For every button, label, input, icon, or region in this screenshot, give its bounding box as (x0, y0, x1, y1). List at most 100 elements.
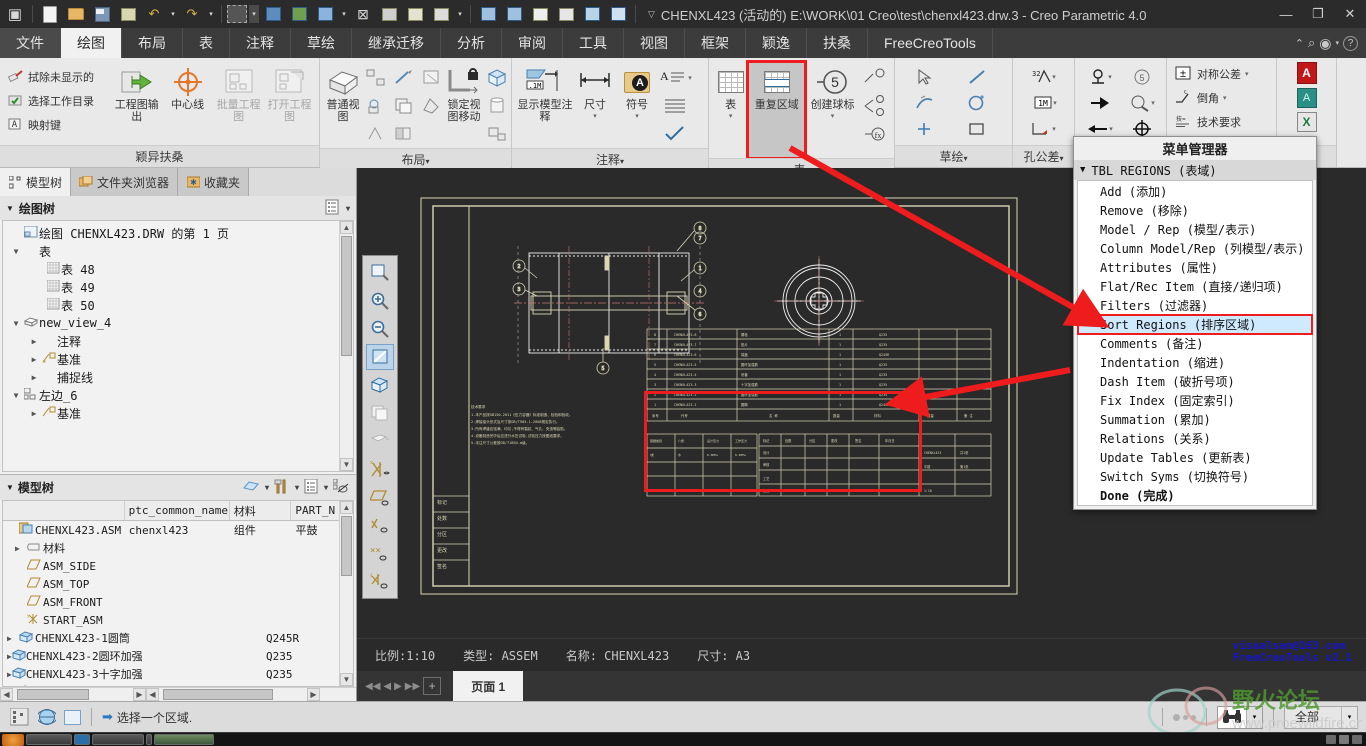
model-display-icon[interactable] (242, 479, 260, 496)
nav-tab-folder-browser[interactable]: 文件夹浏览器 (71, 168, 179, 196)
model-tree-row-material[interactable]: ▶ 材料 (3, 539, 353, 557)
model-tree-caret-icon[interactable]: ▼ (6, 483, 14, 492)
tools-caret-icon[interactable]: ▾ (295, 483, 299, 492)
show-model-annotations-button[interactable]: .1M 显示模型注释 (516, 62, 574, 123)
tab-sketch[interactable]: 草绘 (291, 28, 352, 58)
select-working-directory-button[interactable]: 选择工作目录 (4, 89, 111, 113)
tree-columns-icon[interactable] (304, 478, 319, 497)
menu-item-relations[interactable]: Relations (关系) (1078, 429, 1312, 448)
select-arrow-icon[interactable] (899, 64, 951, 90)
close-button[interactable]: ✕ (1334, 0, 1366, 28)
drawing-tree-scrollbar[interactable]: ▲ ▼ (339, 221, 353, 471)
refresh-icon[interactable] (580, 3, 604, 25)
csys-display-icon[interactable]: x (366, 456, 394, 482)
menu-item-update-tables[interactable]: Update Tables (更新表) (1078, 448, 1312, 467)
datum-icon[interactable]: ▾ (1079, 64, 1121, 90)
create-balloon-caret-icon[interactable]: ▾ (831, 111, 835, 123)
erase-not-displayed-button[interactable]: 拭除未显示的 (4, 65, 111, 89)
circle-icon[interactable] (951, 90, 1003, 116)
drawing-export-button[interactable]: 工程图输出 (111, 62, 162, 123)
model-tree-row-asm-front[interactable]: ASM_FRONT (3, 593, 353, 611)
menu-manager-section-header[interactable]: ▼ TBL REGIONS (表域) (1074, 160, 1316, 180)
export-dwg-icon[interactable]: A (1296, 88, 1317, 108)
account-caret-icon[interactable]: ▾ (1335, 39, 1339, 47)
nav-tab-model-tree[interactable]: 模型树 (0, 168, 72, 196)
open-drawing-button[interactable]: 打开工程图 (264, 62, 315, 123)
tree-filters-icon[interactable] (332, 478, 350, 497)
drawing-tree[interactable]: 绘图 CHENXL423.DRW 的第 1 页 ▼ 表 表 48 表 49 表 … (2, 220, 354, 472)
tab-analysis[interactable]: 分析 (441, 28, 502, 58)
menu-manager-item-list[interactable]: Add (添加) Remove (移除) Model / Rep (模型/表示)… (1077, 180, 1313, 506)
menu-manager-panel[interactable]: 菜单管理器 ▼ TBL REGIONS (表域) Add (添加) Remove… (1073, 136, 1317, 510)
model-tree-row-asm-side[interactable]: ASM_SIDE (3, 557, 353, 575)
half-view-icon[interactable] (390, 120, 418, 148)
menu-item-dash-item[interactable]: Dash Item (破折号项) (1078, 372, 1312, 391)
chamfer-caret-icon[interactable]: ▾ (1223, 94, 1227, 102)
undo-caret-icon[interactable]: ▾ (168, 3, 178, 25)
tree-caret-new-view-4[interactable]: ▼ (9, 319, 23, 328)
first-sheet-button[interactable]: ◀◀ (365, 681, 380, 692)
collapse-ribbon-icon[interactable]: ⌃ (1295, 37, 1304, 50)
projection-view-icon[interactable] (362, 64, 390, 92)
cylinder-view-icon[interactable] (482, 92, 512, 120)
tab-view[interactable]: 视图 (624, 28, 685, 58)
check-note-icon[interactable] (658, 120, 692, 148)
tree-caret-datum-1[interactable]: ▶ (27, 355, 41, 364)
export-icon[interactable] (528, 3, 552, 25)
dimension-caret-icon[interactable]: ▾ (593, 111, 597, 123)
tab-drawing[interactable]: 绘图 (61, 28, 122, 58)
tab-annotate[interactable]: 注释 (230, 28, 291, 58)
settings-icon[interactable] (606, 3, 630, 25)
symbol-caret-icon[interactable]: ▾ (635, 111, 639, 123)
tree-settings-caret-icon[interactable]: ▾ (346, 204, 350, 213)
centerline-button[interactable]: 中心线 (162, 62, 213, 111)
tray-icon-1[interactable] (1326, 735, 1336, 744)
display-style-icon[interactable] (287, 3, 311, 25)
model-display-caret-icon[interactable]: ▾ (265, 483, 269, 492)
taskbar-item-1[interactable] (26, 734, 72, 745)
tree-filter-icon[interactable] (324, 199, 340, 218)
detail-view-icon[interactable] (390, 64, 418, 92)
window-caret-icon[interactable]: ▾ (339, 3, 349, 25)
hscroll-left-button-1[interactable]: ◀ (0, 688, 13, 701)
measure-icon[interactable] (403, 3, 427, 25)
tab-fusang[interactable]: 扶桑 (807, 28, 868, 58)
taskbar-item-2[interactable] (74, 734, 90, 745)
balloon-fx-icon[interactable]: fx (860, 120, 890, 148)
hscroll-right-button-1[interactable]: ▶ (133, 688, 146, 701)
tab-freecreotools[interactable]: FreeCreoTools (868, 28, 993, 58)
spline-icon[interactable] (899, 90, 951, 116)
next-sheet-button[interactable]: ▶ (394, 681, 402, 692)
taskbar-item-4[interactable] (146, 734, 152, 745)
drawing-tree-caret-icon[interactable]: ▼ (6, 204, 14, 213)
model-tree-scroll-up-button[interactable]: ▲ (340, 501, 353, 514)
menu-item-switch-syms[interactable]: Switch Syms (切换符号) (1078, 467, 1312, 486)
menu-item-remove[interactable]: Remove (移除) (1078, 201, 1312, 220)
menu-item-model-rep[interactable]: Model / Rep (模型/表示) (1078, 220, 1312, 239)
selection-filter-dropdown[interactable]: 全部 ▾ (1283, 705, 1358, 729)
start-button[interactable] (2, 733, 24, 746)
model-tree-row-start-asm[interactable]: y START_ASM (3, 611, 353, 629)
model-tree-row-part-4[interactable]: ▶ CHENXL423-4吊套 Q235 (3, 683, 353, 686)
tab-inherit-migrate[interactable]: 继承迁移 (352, 28, 441, 58)
hscroll-left-button-2[interactable]: ◀ (146, 688, 159, 701)
left-panel-horizontal-scrollbars[interactable]: ◀ ▶ ◀ ▶ (0, 687, 356, 701)
menu-item-sort-regions[interactable]: Sort Regions (排序区域) (1077, 314, 1313, 335)
note-icon[interactable]: A ▾ (658, 64, 692, 92)
pen-icon[interactable] (554, 3, 578, 25)
arrow-flag-icon[interactable] (1079, 90, 1121, 116)
menu-item-add[interactable]: Add (添加) (1078, 182, 1312, 201)
tree-caret-left-6[interactable]: ▼ (9, 391, 23, 400)
open-file-icon[interactable] (64, 3, 88, 25)
tree-caret-tables[interactable]: ▼ (9, 247, 23, 256)
redo-caret-icon[interactable]: ▾ (206, 3, 216, 25)
drawing-tree-scroll-thumb[interactable] (341, 236, 352, 356)
export-pdf-icon[interactable]: A (1296, 62, 1317, 84)
model-tree-col-0[interactable] (3, 501, 125, 520)
perspective-icon[interactable] (366, 428, 394, 454)
tab-framework[interactable]: 框架 (685, 28, 746, 58)
model-tree-row-part-1[interactable]: ▶ CHENXL423-1圆筒 Q245R (3, 629, 353, 647)
selection-filter-caret-icon[interactable]: ▾ (1341, 706, 1357, 728)
zoom-fit-icon[interactable] (366, 260, 394, 286)
partial-view-icon[interactable] (418, 92, 446, 120)
